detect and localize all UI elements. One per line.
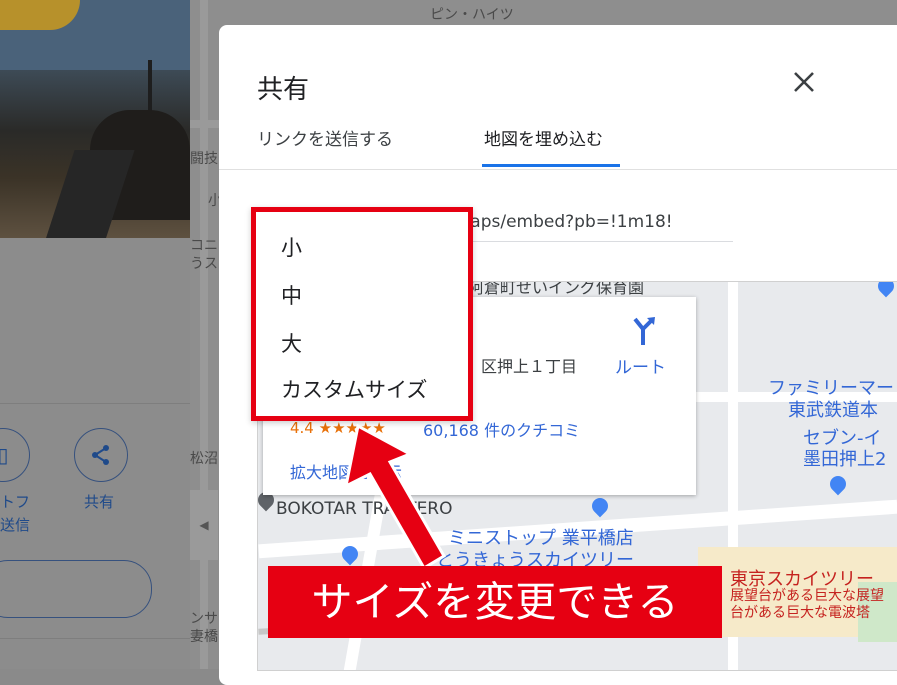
annotation-arrow — [343, 423, 447, 570]
size-option-small[interactable]: 小 — [281, 232, 302, 262]
tab-send-link[interactable]: リンクを送信する — [257, 125, 393, 150]
map-label-8: 妻橋 — [190, 629, 218, 645]
place-photo — [0, 0, 190, 238]
preview-label-tobu: 東武鉄道本 — [788, 400, 878, 421]
store-pin-icon — [874, 282, 897, 298]
directions-icon[interactable] — [627, 315, 659, 347]
background-pill-button[interactable] — [0, 560, 152, 618]
map-label-3: コニ — [190, 238, 218, 254]
share-label: 共有 — [84, 493, 115, 511]
collapse-panel-button[interactable]: ◀ — [190, 490, 218, 560]
chevron-left-icon: ◀ — [199, 518, 209, 532]
preview-label-skytree-desc2: 台がある巨大な電波塔 — [730, 605, 870, 621]
size-dropdown-menu: 小 中 大 カスタムサイズ — [251, 207, 473, 421]
map-label-pin-heights: ピン・ハイツ — [430, 7, 514, 23]
tab-embed-map[interactable]: 地図を埋め込む — [484, 125, 603, 150]
size-option-custom[interactable]: カスタムサイズ — [281, 374, 427, 404]
store-pin-icon — [826, 472, 850, 496]
map-label-7: ンサ — [190, 611, 218, 627]
share-icon — [92, 445, 109, 465]
dialog-title: 共有 — [257, 75, 310, 105]
preview-label-top: 阿倉町せいイング保育園 — [468, 281, 645, 297]
share-button[interactable] — [74, 428, 128, 482]
map-label-5: 松沼 — [190, 451, 218, 467]
annotation-callout: サイズを変更できる — [268, 566, 722, 638]
store-pin-icon — [588, 494, 612, 518]
send-to-phone-button[interactable]: ▯ — [0, 428, 30, 482]
preview-label-sumida: 墨田押上2 — [803, 449, 887, 470]
active-tab-indicator — [482, 164, 620, 167]
route-link[interactable]: ルート — [615, 353, 666, 378]
send-label-line2: 送信 — [0, 516, 31, 534]
place-address: 区押上１丁目 — [481, 357, 578, 376]
phone-icon: ▯ — [0, 443, 9, 467]
close-button[interactable] — [787, 65, 821, 99]
size-option-medium[interactable]: 中 — [281, 280, 302, 310]
send-label-line1: トフ — [0, 493, 31, 511]
tabs-divider — [219, 169, 897, 170]
close-icon — [794, 72, 814, 92]
size-option-large[interactable]: 大 — [281, 328, 302, 358]
map-label-1: 闘技 — [190, 151, 218, 167]
